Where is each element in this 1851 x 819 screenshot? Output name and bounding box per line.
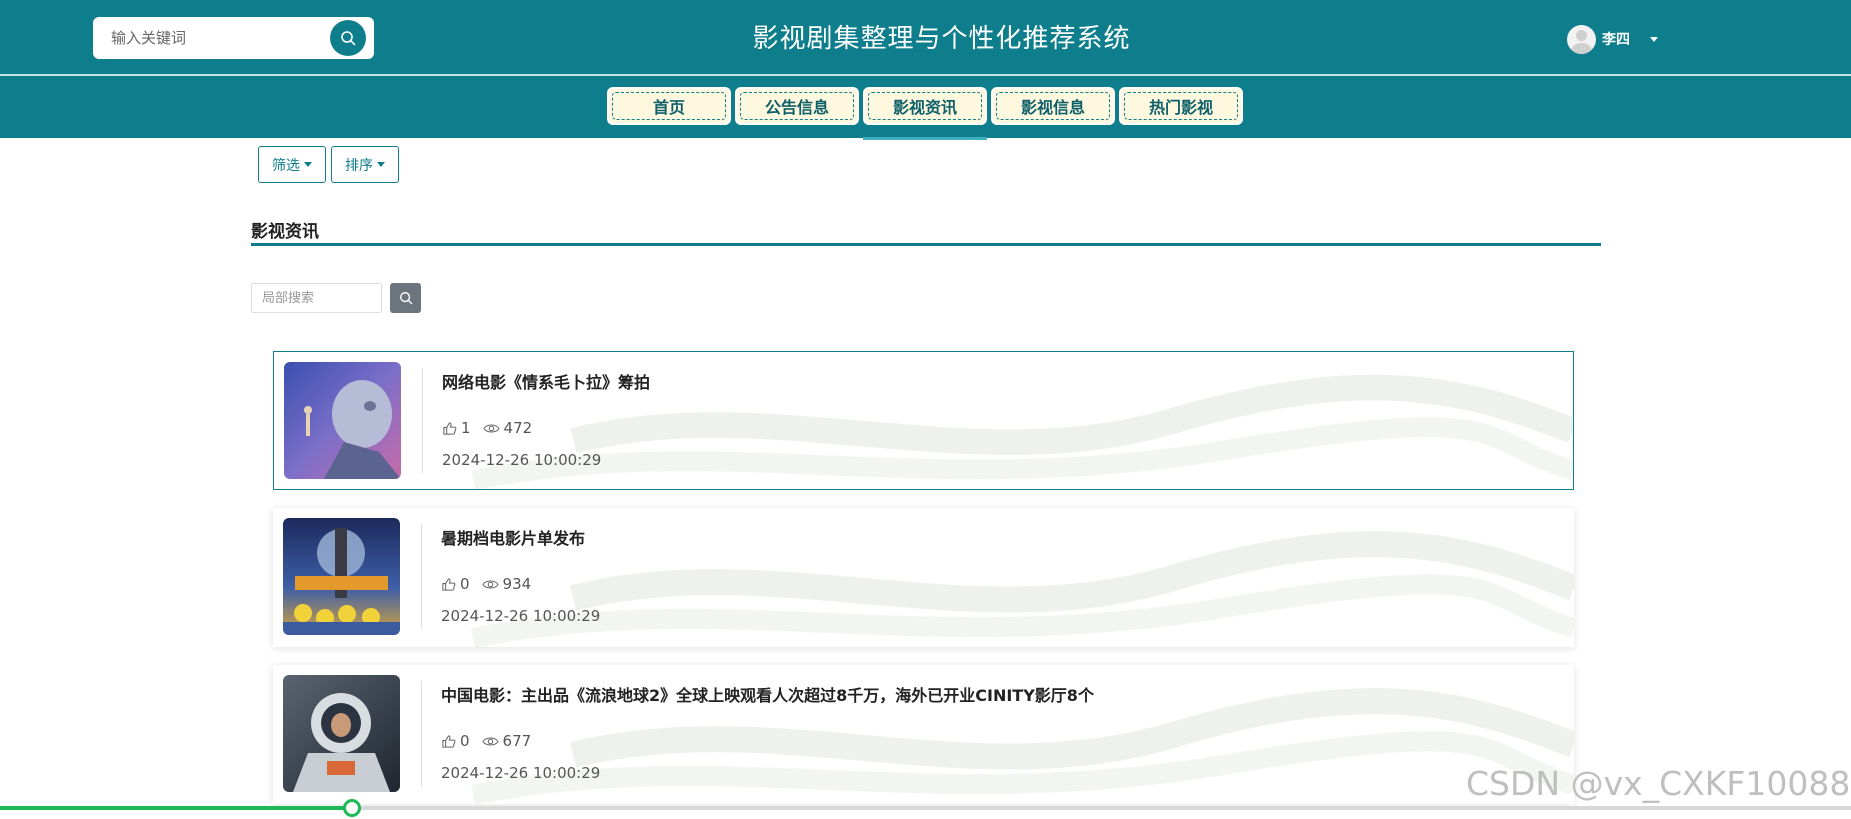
thumbs-up-icon xyxy=(443,421,457,435)
user-name: 李四 xyxy=(1602,32,1630,48)
nav-film-info-label: 影视信息 xyxy=(1020,98,1085,117)
news-title[interactable]: 中国电影：主出品《流浪地球2》全球上映观看人次超过8千万，海外已开业CINITY… xyxy=(441,682,1094,706)
sort-label: 排序 xyxy=(345,157,373,174)
nav-film-info[interactable]: 影视信息 xyxy=(991,87,1115,125)
like-count: 0 xyxy=(460,732,470,750)
search-icon xyxy=(399,292,412,305)
nav-hot-films[interactable]: 热门影视 xyxy=(1119,87,1243,125)
view-count: 934 xyxy=(502,575,532,593)
news-card[interactable]: 中国电影：主出品《流浪地球2》全球上映观看人次超过8千万，海外已开业CINITY… xyxy=(273,665,1574,804)
user-menu[interactable]: 李四 xyxy=(1567,24,1658,54)
card-divider xyxy=(421,681,422,786)
caret-down-icon xyxy=(377,162,385,167)
nav-home-label: 首页 xyxy=(652,98,685,117)
chevron-down-icon xyxy=(1650,36,1658,42)
video-progress-fill xyxy=(0,806,352,810)
news-stats: 0 677 xyxy=(441,732,543,750)
local-search-input[interactable] xyxy=(251,283,382,313)
view-count: 472 xyxy=(503,419,533,437)
sort-dropdown-button[interactable]: 排序 xyxy=(331,146,399,183)
like-count: 0 xyxy=(460,575,470,593)
news-title[interactable]: 暑期档电影片单发布 xyxy=(441,525,585,549)
thumbs-up-icon xyxy=(442,577,456,591)
section-title: 影视资讯 xyxy=(251,222,319,242)
news-time: 2024-12-26 10:00:29 xyxy=(441,607,601,625)
news-thumbnail xyxy=(283,675,400,792)
news-time: 2024-12-26 10:00:29 xyxy=(442,451,602,469)
news-stats: 1 472 xyxy=(442,419,544,437)
nav-film-news-label: 影视资讯 xyxy=(892,98,957,117)
nav-announcements[interactable]: 公告信息 xyxy=(735,87,859,125)
nav-announcements-label: 公告信息 xyxy=(764,98,829,117)
local-search-button[interactable] xyxy=(390,283,421,313)
like-count: 1 xyxy=(461,419,471,437)
view-count: 677 xyxy=(502,732,532,750)
card-divider xyxy=(421,524,422,629)
section-divider xyxy=(251,243,1601,246)
news-time: 2024-12-26 10:00:29 xyxy=(441,764,601,782)
eye-icon xyxy=(481,579,499,589)
news-card[interactable]: 网络电影《情系毛卜拉》筹拍 1 472 2024-12-26 10:00:29 xyxy=(273,351,1574,490)
news-stats: 0 934 xyxy=(441,575,543,593)
news-card[interactable]: 暑期档电影片单发布 0 934 2024-12-26 10:00:29 xyxy=(273,508,1574,647)
video-progress-handle[interactable] xyxy=(342,799,361,817)
card-divider xyxy=(422,368,423,473)
news-thumbnail xyxy=(283,518,400,635)
eye-icon xyxy=(481,736,499,746)
nav-home[interactable]: 首页 xyxy=(607,87,731,125)
filter-dropdown-button[interactable]: 筛选 xyxy=(258,146,326,183)
news-title[interactable]: 网络电影《情系毛卜拉》筹拍 xyxy=(442,369,650,393)
header-divider xyxy=(0,74,1851,76)
filter-label: 筛选 xyxy=(272,157,300,174)
nav-hot-films-label: 热门影视 xyxy=(1148,98,1213,117)
caret-down-icon xyxy=(304,162,312,167)
thumbs-up-icon xyxy=(442,734,456,748)
news-thumbnail xyxy=(284,362,401,479)
nav-film-news[interactable]: 影视资讯 xyxy=(863,87,987,140)
avatar xyxy=(1567,24,1596,54)
main-nav: 首页 公告信息 影视资讯 影视信息 热门影视 xyxy=(607,87,1243,140)
eye-icon xyxy=(482,423,500,433)
watermark-text: CSDN @vx_CXKF10088 xyxy=(1466,764,1851,803)
